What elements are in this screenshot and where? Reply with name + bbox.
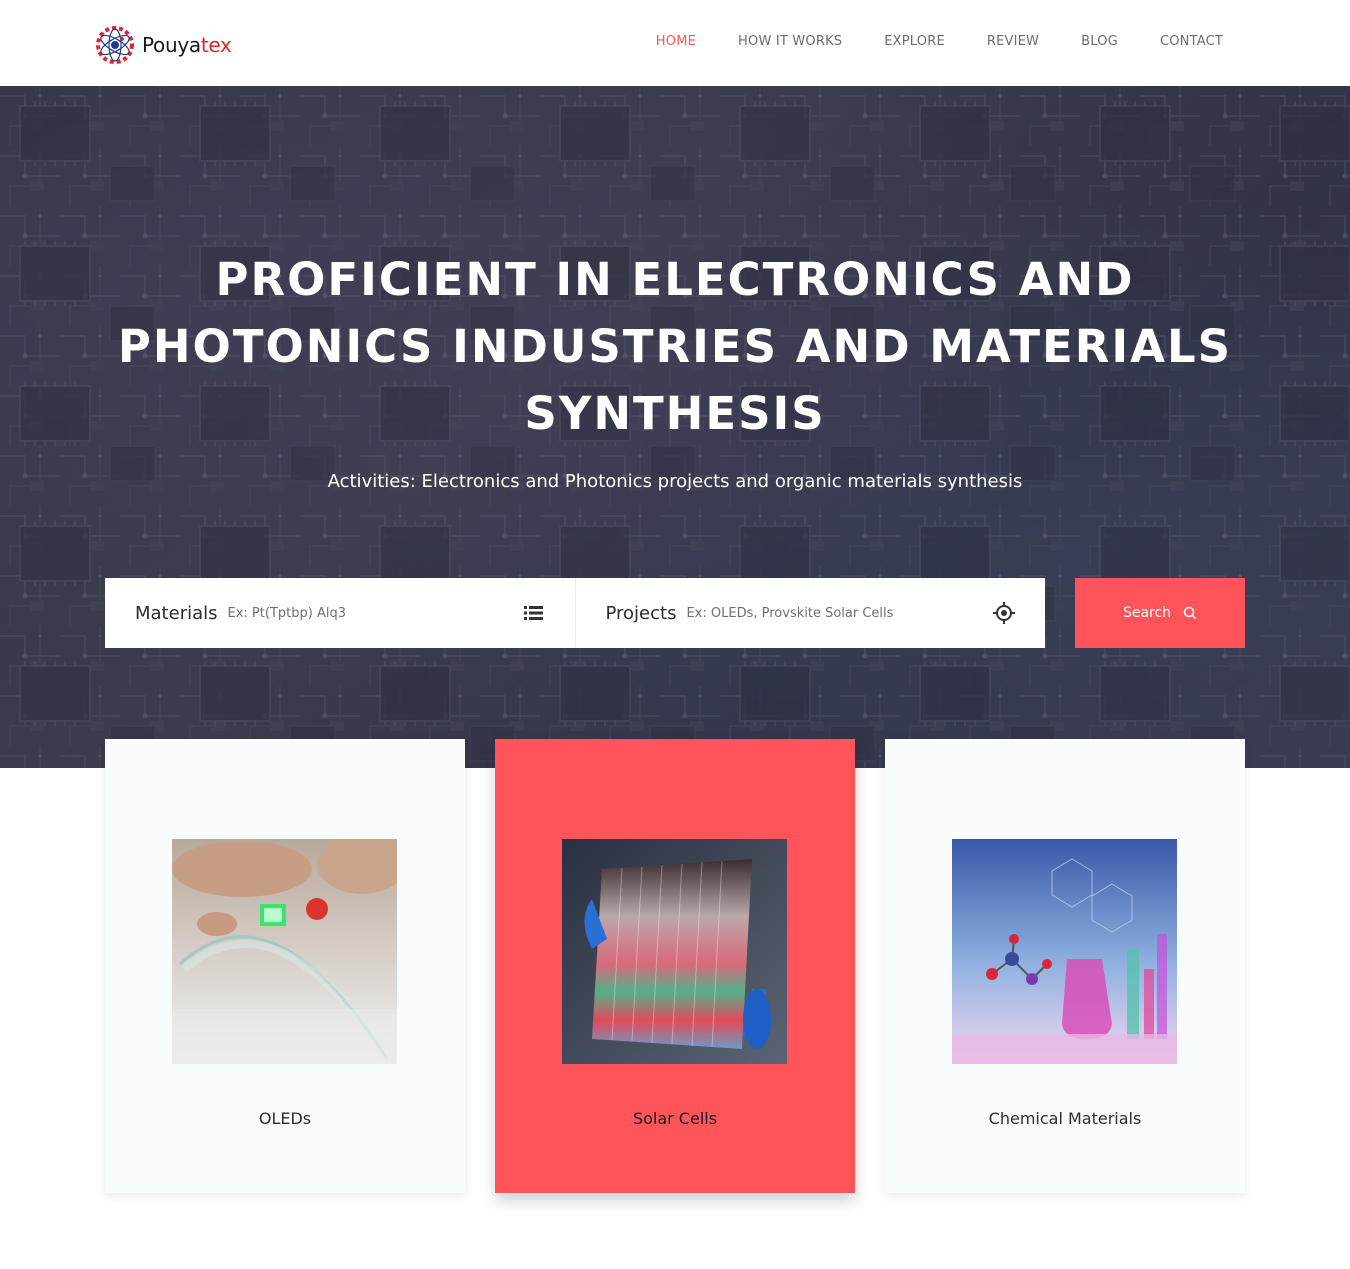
atom-gear-icon bbox=[92, 22, 138, 68]
category-label: Chemical Materials bbox=[988, 1109, 1142, 1128]
projects-label: Projects bbox=[605, 602, 677, 624]
search-icon bbox=[1183, 606, 1197, 620]
hero-section: PROFICIENT IN ELECTRONICS AND PHOTONICS … bbox=[0, 86, 1350, 768]
category-label: OLEDs bbox=[258, 1109, 312, 1128]
category-label: Solar Cells bbox=[632, 1109, 718, 1128]
materials-input[interactable] bbox=[227, 605, 488, 621]
hero-subtitle: Activities: Electronics and Photonics pr… bbox=[327, 471, 1023, 492]
nav-blog[interactable]: BLOG bbox=[1081, 34, 1118, 49]
main-nav: HOME HOW IT WORKS EXPLORE REVIEW BLOG CO… bbox=[614, 34, 1223, 49]
search-button-label: Search bbox=[1122, 605, 1172, 621]
category-card-solar-cells[interactable]: Solar Cells bbox=[495, 739, 855, 1193]
hero-title: PROFICIENT IN ELECTRONICS AND PHOTONICS … bbox=[117, 253, 1233, 440]
solar-cell-image bbox=[562, 839, 787, 1064]
crosshair-icon[interactable] bbox=[993, 602, 1015, 624]
chemistry-lab-image bbox=[952, 839, 1177, 1064]
projects-field: Projects bbox=[574, 578, 1046, 648]
brand-name: Pouyatex bbox=[142, 33, 232, 57]
nav-explore[interactable]: EXPLORE bbox=[884, 34, 945, 49]
materials-label: Materials bbox=[135, 602, 218, 624]
materials-field: Materials bbox=[105, 578, 575, 648]
category-card-oleds[interactable]: OLEDs bbox=[105, 739, 465, 1193]
site-header: Pouyatex HOME HOW IT WORKS EXPLORE REVIE… bbox=[0, 0, 1350, 86]
nav-contact[interactable]: CONTACT bbox=[1160, 34, 1223, 49]
category-card-chemical-materials[interactable]: Chemical Materials bbox=[885, 739, 1245, 1193]
flexible-oled-image bbox=[172, 839, 397, 1064]
search-button[interactable]: Search bbox=[1075, 578, 1245, 648]
nav-home[interactable]: HOME bbox=[656, 34, 696, 49]
search-form: Materials Projects bbox=[105, 578, 1045, 648]
list-icon[interactable] bbox=[523, 602, 545, 624]
nav-how-it-works[interactable]: HOW IT WORKS bbox=[738, 34, 842, 49]
nav-review[interactable]: REVIEW bbox=[987, 34, 1039, 49]
projects-input[interactable] bbox=[686, 605, 977, 621]
brand-logo[interactable]: Pouyatex bbox=[92, 22, 232, 68]
